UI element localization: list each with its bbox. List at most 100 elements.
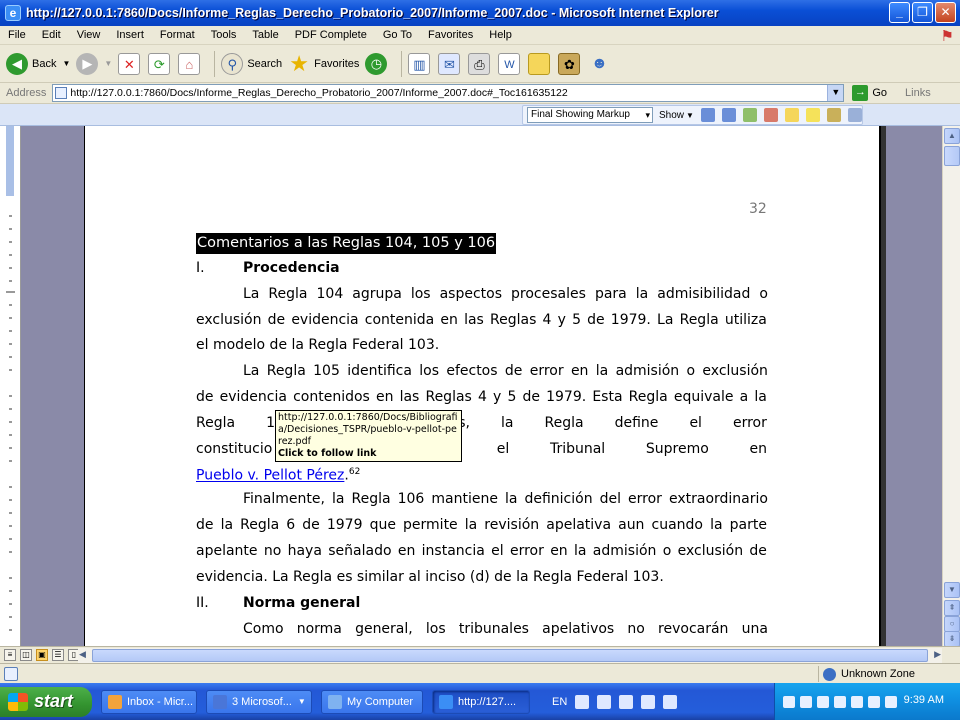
network-tray-icon[interactable]	[800, 695, 812, 708]
home-icon[interactable]: ⌂	[178, 52, 201, 75]
start-button[interactable]: start	[0, 686, 92, 717]
reviewing-pane-icon[interactable]	[847, 108, 862, 122]
tools-icon[interactable]: ✿	[558, 52, 581, 75]
messenger-icon[interactable]: ☻	[588, 53, 610, 75]
notes-icon[interactable]	[528, 52, 551, 75]
taskbar-button-my-computer[interactable]: My Computer	[321, 689, 423, 714]
taskbar-button-word[interactable]: 3 Microsof... ▼	[206, 689, 312, 714]
close-button[interactable]: ✕	[935, 2, 956, 23]
word: admisibilidad	[657, 286, 751, 302]
alert-tray-icon[interactable]	[885, 695, 897, 708]
highlight-icon[interactable]	[805, 108, 820, 122]
address-input[interactable]: http://127.0.0.1:7860/Docs/Informe_Regla…	[52, 84, 845, 102]
address-dropdown-icon[interactable]: ▼	[827, 85, 844, 101]
history-icon[interactable]: ◷	[365, 52, 388, 75]
standard-toolbar: ◀ Back ▼ ▶ ▼ ✕ ⟳ ⌂ ⚲ Search ★ Favorites …	[0, 45, 960, 83]
dictionary-icon[interactable]	[619, 694, 634, 709]
word-edit-icon[interactable]: W	[498, 52, 521, 75]
word: constitucio	[196, 441, 273, 457]
menu-tools[interactable]: Tools	[203, 29, 245, 41]
clock[interactable]: 9:39 AM	[904, 694, 944, 706]
scroll-right-icon[interactable]: ▶	[934, 649, 941, 660]
go-button[interactable]: → Go	[848, 85, 887, 101]
minimize-button[interactable]: _	[889, 2, 910, 23]
previous-page-icon[interactable]: ⇞	[944, 600, 960, 616]
vertical-scroll-thumb[interactable]	[944, 146, 960, 166]
word: la	[595, 363, 609, 379]
security-zone[interactable]: Unknown Zone	[818, 666, 915, 682]
show-button[interactable]: Show	[659, 110, 684, 121]
system-tray: 9:39 AM	[774, 683, 960, 720]
keyboard-icon[interactable]	[575, 694, 590, 709]
menu-favorites[interactable]: Favorites	[420, 29, 481, 41]
volume-tray-icon[interactable]	[868, 695, 880, 708]
back-button[interactable]: ◀ Back ▼	[6, 52, 70, 75]
antivirus-tray-icon[interactable]	[834, 695, 846, 708]
web-layout-view-icon[interactable]: ◫	[20, 649, 32, 661]
menu-table[interactable]: Table	[244, 29, 286, 41]
insert-comment-icon[interactable]	[784, 108, 799, 122]
show-dropdown-icon[interactable]: ▼	[686, 111, 694, 120]
security-tray-icon[interactable]	[817, 695, 829, 708]
word: revocarán	[658, 621, 729, 637]
horizontal-scroll-thumb[interactable]	[92, 649, 928, 662]
display-for-review-select[interactable]: Final Showing Markup	[527, 107, 653, 123]
print-layout-view-icon[interactable]: ▣	[36, 649, 48, 661]
scroll-down-icon[interactable]: ▼	[944, 582, 960, 598]
address-url[interactable]: http://127.0.0.1:7860/Docs/Informe_Regla…	[70, 87, 567, 99]
paragraph-4-line-1: Como norma general, los tribunales apelativos…	[243, 621, 768, 637]
next-page-icon[interactable]: ⇟	[944, 631, 960, 647]
scroll-left-icon[interactable]: ◀	[79, 649, 86, 660]
links-label[interactable]: Links	[905, 87, 931, 99]
print-icon[interactable]: ⎙	[468, 52, 491, 75]
language-indicator[interactable]: EN	[552, 696, 567, 708]
mail-icon[interactable]: ✉	[438, 52, 461, 75]
normal-view-icon[interactable]: ≡	[4, 649, 16, 661]
stop-icon[interactable]: ✕	[118, 52, 141, 75]
pueblo-v-pellot-perez-link[interactable]: Pueblo v. Pellot Pérez	[196, 468, 344, 484]
menu-edit[interactable]: Edit	[34, 29, 69, 41]
taskbar-button-ie[interactable]: http://127....	[432, 689, 530, 714]
word: de	[522, 389, 540, 405]
favorites-button[interactable]: ★ Favorites	[288, 52, 359, 75]
research-icon[interactable]: ▥	[408, 52, 431, 75]
mail-tray-icon[interactable]	[783, 695, 795, 708]
word: extraordinario	[668, 491, 768, 507]
reject-change-icon[interactable]	[763, 108, 778, 122]
footnote-reference[interactable]: 62	[349, 467, 360, 477]
word: de	[196, 389, 214, 405]
help-icon[interactable]	[641, 694, 656, 709]
forward-dropdown-icon[interactable]: ▼	[104, 59, 112, 68]
menu-pdf-complete[interactable]: PDF Complete	[287, 29, 375, 41]
outline-view-icon[interactable]: ☰	[52, 649, 64, 661]
word: Reglas	[490, 312, 537, 328]
menu-file[interactable]: File	[0, 29, 34, 41]
vertical-scrollbar[interactable]: ▲ ▼ ⇞ ○ ⇟	[942, 126, 960, 647]
horizontal-scrollbar[interactable]: ◀ ▶	[78, 648, 942, 663]
word: Regla	[196, 415, 236, 431]
taskbar-button-inbox[interactable]: Inbox - Micr...	[101, 689, 197, 714]
back-dropdown-icon[interactable]: ▼	[62, 59, 70, 68]
ibm-tray-icon[interactable]	[851, 695, 863, 708]
previous-change-icon[interactable]	[700, 108, 715, 122]
options-icon[interactable]	[663, 694, 678, 709]
forward-button[interactable]: ▶ ▼	[76, 52, 112, 75]
refresh-icon[interactable]: ⟳	[148, 52, 171, 75]
word: efectos	[446, 363, 498, 379]
menu-insert[interactable]: Insert	[108, 29, 152, 41]
menu-view[interactable]: View	[69, 29, 109, 41]
start-label: start	[34, 691, 74, 711]
menu-help[interactable]: Help	[481, 29, 520, 41]
pen-icon[interactable]	[597, 694, 612, 709]
select-browse-object-icon[interactable]: ○	[944, 616, 960, 632]
track-changes-icon[interactable]	[826, 108, 841, 122]
maximize-button[interactable]: ❐	[912, 2, 933, 23]
next-change-icon[interactable]	[721, 108, 736, 122]
word: contenida	[364, 312, 435, 328]
word: La	[243, 363, 260, 379]
scroll-up-icon[interactable]: ▲	[944, 128, 960, 144]
search-button[interactable]: ⚲ Search	[221, 52, 282, 75]
menu-go-to[interactable]: Go To	[375, 29, 420, 41]
accept-change-icon[interactable]	[742, 108, 757, 122]
menu-format[interactable]: Format	[152, 29, 203, 41]
